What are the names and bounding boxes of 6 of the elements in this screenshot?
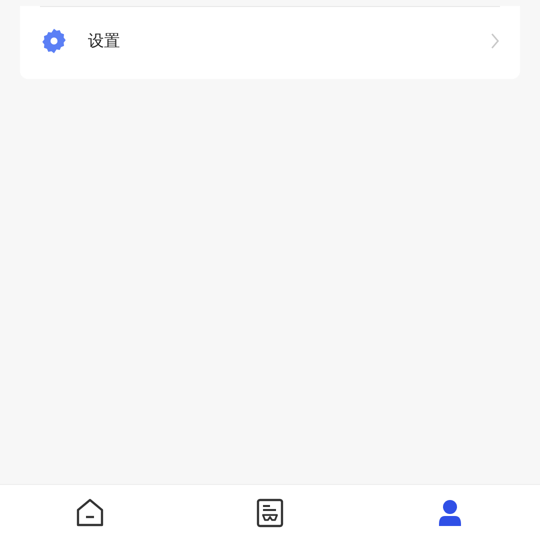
home-icon[interactable] bbox=[75, 498, 105, 528]
chevron-right-icon bbox=[490, 32, 500, 50]
document-icon[interactable] bbox=[255, 498, 285, 528]
row-label: 设置 bbox=[88, 30, 120, 52]
gear-icon bbox=[40, 27, 68, 55]
settings-row[interactable]: 设置 bbox=[40, 6, 500, 75]
